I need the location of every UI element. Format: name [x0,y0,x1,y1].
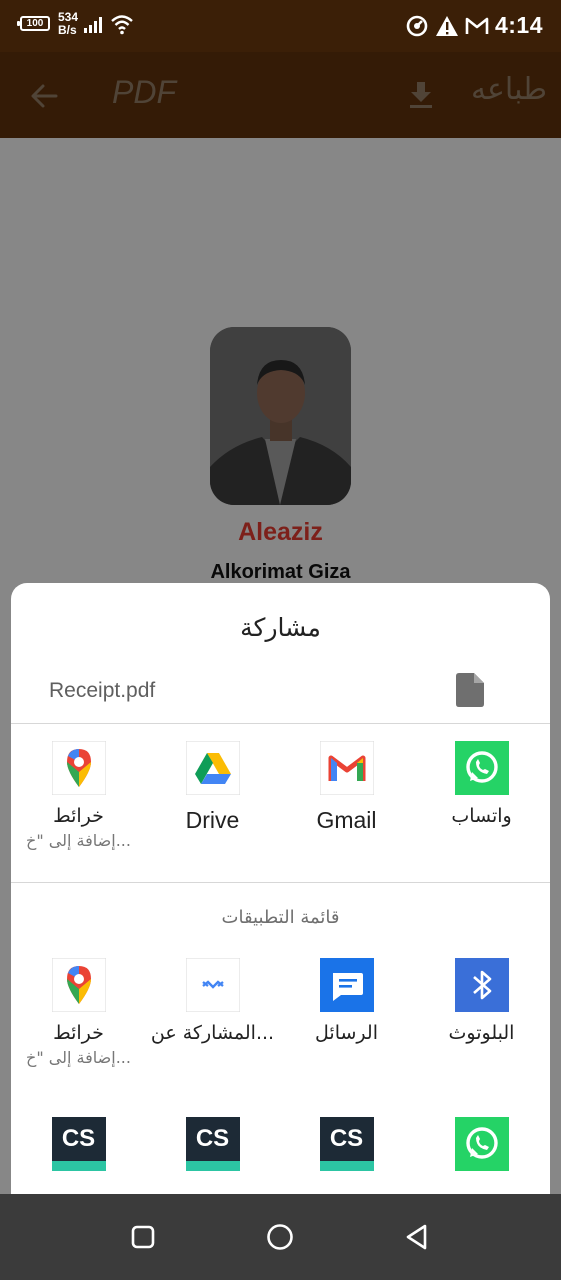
app-messages[interactable]: الرسائل [279,958,414,1044]
recents-square-icon[interactable] [128,1222,158,1252]
apps-list-heading: قائمة التطبيقات [221,907,340,928]
shared-file-row: Receipt.pdf [11,667,550,723]
divider [11,723,550,724]
wifi-icon [111,15,133,35]
app-whatsapp[interactable] [414,1117,549,1171]
share-target-drive[interactable]: Drive [145,741,280,834]
google-maps-icon [51,958,106,1012]
back-triangle-icon[interactable] [403,1222,433,1252]
app-label: خرائط [53,1022,104,1044]
whatsapp-icon [454,1117,509,1171]
battery-level: 100 [26,18,44,29]
google-maps-icon [51,741,106,795]
share-sheet: مشاركة Receipt.pdf واتساب Gmail Drive خر… [11,583,550,1194]
messages-icon [319,958,374,1012]
share-target-sublabel: إضافة إلى "خ... [26,831,131,850]
app-nearby-share[interactable]: المشاركة عن... [145,958,280,1044]
nearby-share-icon [185,958,240,1012]
share-target-label: Gmail [316,807,377,833]
camscanner-icon: CS [319,1117,374,1171]
camscanner-icon: CS [51,1117,106,1171]
app-camscanner[interactable]: CS [145,1117,280,1171]
bluetooth-icon [454,958,509,1012]
app-sublabel: إضافة إلى "خ... [26,1048,131,1067]
share-target-maps[interactable]: خرائط إضافة إلى "خ... [11,741,146,850]
file-name: Receipt.pdf [49,679,156,702]
share-target-gmail[interactable]: Gmail [279,741,414,834]
share-target-label: واتساب [451,805,512,827]
gmail-icon [319,741,374,795]
data-saver-icon [406,15,428,36]
gmail-notification-icon [465,17,489,34]
divider [11,882,550,883]
system-nav-bar [0,1194,561,1280]
clock: 4:14 [494,12,543,38]
app-label: الرسائل [315,1022,378,1044]
document-icon [456,673,484,707]
app-bluetooth[interactable]: البلوتوث [414,958,549,1044]
battery-icon: 100 [17,16,50,31]
cell-signal-icon [84,17,104,33]
warning-icon [435,15,458,36]
status-bar: 100 534 B/s 4:14 [0,0,561,52]
app-label: البلوتوث [448,1022,515,1044]
home-circle-icon[interactable] [265,1222,295,1252]
app-camscanner[interactable]: CS [11,1117,146,1171]
google-drive-icon [185,741,240,795]
whatsapp-icon [454,741,509,795]
camscanner-icon: CS [185,1117,240,1171]
network-speed-unit: B/s [58,23,77,37]
network-speed: 534 B/s [58,11,78,37]
app-camscanner[interactable]: CS [279,1117,414,1171]
app-label: المشاركة عن... [150,1022,275,1044]
app-maps[interactable]: خرائط إضافة إلى "خ... [11,958,146,1067]
share-target-label: خرائط [53,805,104,827]
share-sheet-title: مشاركة [240,613,321,642]
share-target-label: Drive [185,807,240,833]
share-target-whatsapp[interactable]: واتساب [414,741,549,827]
